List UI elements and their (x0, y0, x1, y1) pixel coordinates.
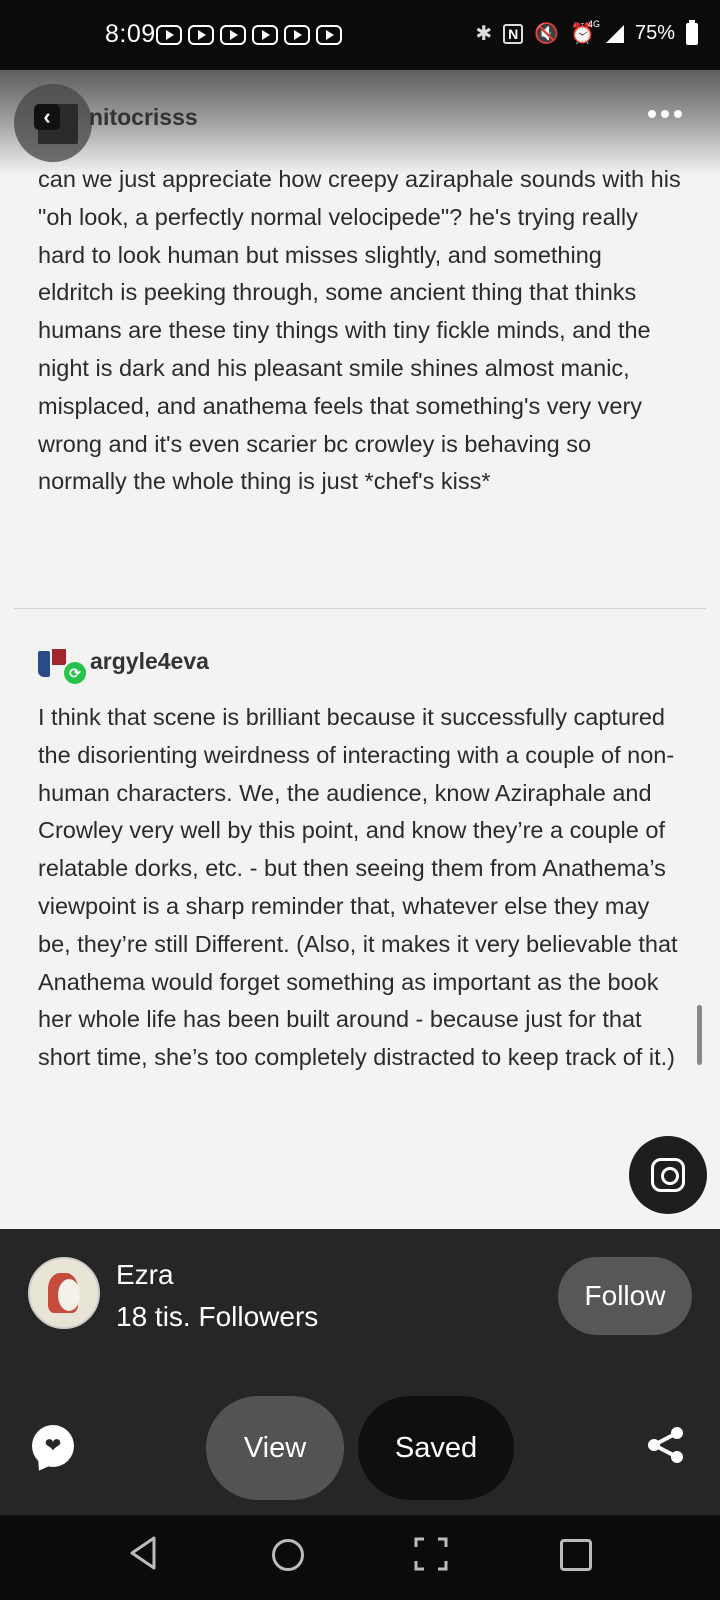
reblog-post-text: I think that scene is brilliant because … (38, 704, 678, 1071)
blog-username[interactable]: nitocrisss (89, 104, 198, 131)
nav-screenshot-icon[interactable] (414, 1537, 448, 1571)
nfc-icon: N (503, 23, 524, 44)
reblog-username[interactable]: argyle4eva (90, 648, 209, 675)
status-bar: 8:09 ✱ N 🔇 ⏰ 75% 4G (0, 0, 720, 70)
back-icon: ‹ (34, 104, 60, 130)
nav-back-icon[interactable] (128, 1535, 158, 1571)
scrollbar[interactable] (697, 1005, 702, 1065)
divider (14, 608, 706, 609)
visual-search-button[interactable] (629, 1136, 707, 1214)
view-button[interactable]: View (206, 1396, 344, 1500)
battery-percent: 75% (634, 22, 675, 44)
reblog-icon: ⟳ (62, 660, 88, 686)
status-time: 8:09 (105, 20, 156, 48)
notification-icons (156, 25, 342, 45)
battery-icon (686, 19, 698, 45)
back-button[interactable]: ‹ (14, 84, 92, 162)
youtube-notification-icon (156, 25, 182, 45)
original-post-text: can we just appreciate how creepy azirap… (38, 166, 681, 495)
share-icon[interactable] (646, 1425, 686, 1465)
comment-icon[interactable]: ❤ (32, 1425, 74, 1467)
system-nav-bar (0, 1515, 720, 1600)
more-icon[interactable] (648, 110, 682, 118)
nav-home-icon[interactable] (272, 1539, 304, 1571)
visual-search-icon (651, 1158, 685, 1192)
creator-avatar[interactable] (28, 1257, 100, 1329)
creator-followers: 18 tis. Followers (116, 1301, 319, 1332)
youtube-notification-icon (316, 25, 342, 45)
network-type: 4G (588, 19, 601, 29)
bluetooth-icon: ✱ (475, 22, 493, 45)
youtube-notification-icon (252, 25, 278, 45)
signal-icon (605, 24, 624, 43)
youtube-notification-icon (284, 25, 310, 45)
post-header: ‹ nitocrisss (0, 70, 720, 175)
saved-button[interactable]: Saved (358, 1396, 514, 1500)
pin-action-panel: Ezra 18 tis. Followers Follow ❤ View Sav… (0, 1229, 720, 1515)
status-icons: ✱ N 🔇 ⏰ 75% (475, 19, 698, 45)
youtube-notification-icon (220, 25, 246, 45)
youtube-notification-icon (188, 25, 214, 45)
follow-button[interactable]: Follow (558, 1257, 692, 1335)
creator-name[interactable]: Ezra (116, 1259, 174, 1291)
nav-recents-icon[interactable] (560, 1539, 592, 1571)
mute-icon: 🔇 (534, 22, 560, 45)
